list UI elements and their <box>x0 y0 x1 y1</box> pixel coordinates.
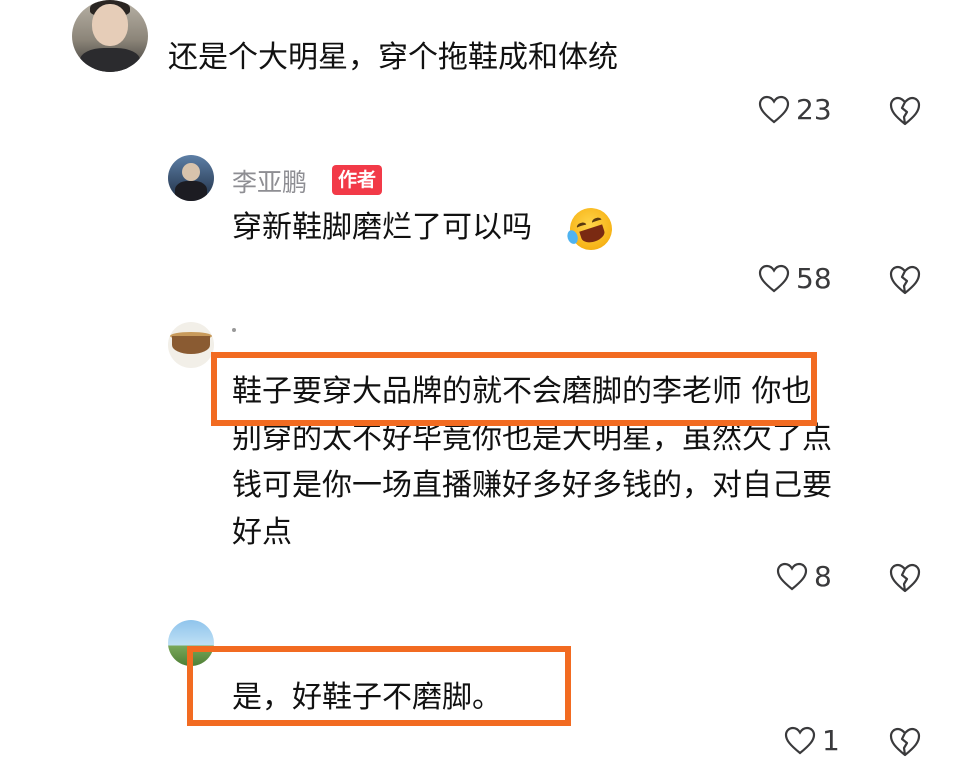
broken-heart-icon[interactable] <box>888 264 922 296</box>
comment-text: 还是个大明星，穿个拖鞋成和体统 <box>168 40 618 75</box>
avatar[interactable] <box>168 322 214 368</box>
username-placeholder <box>232 328 236 332</box>
author-avatar-face <box>182 163 200 181</box>
avatar-bowl <box>172 336 210 354</box>
like-count: 1 <box>822 724 840 757</box>
author-avatar-body <box>175 181 207 201</box>
avatar-body <box>80 48 140 72</box>
reply-line: 好点 <box>232 515 292 550</box>
avatar-face <box>92 4 128 46</box>
laugh-cry-emoji-icon <box>564 202 618 256</box>
like-button[interactable]: 8 <box>776 560 832 593</box>
broken-heart-icon[interactable] <box>888 726 922 758</box>
like-count: 8 <box>814 560 832 593</box>
highlight-box <box>211 352 817 426</box>
reply-line: 钱可是你一场直播赚好多好多钱的，对自己要 <box>232 468 832 503</box>
author-badge: 作者 <box>332 165 383 195</box>
broken-heart-icon[interactable] <box>888 95 922 127</box>
heart-outline-icon <box>758 264 790 292</box>
highlight-box <box>187 646 571 726</box>
like-button[interactable]: 58 <box>758 262 832 295</box>
emoji-tear <box>565 228 580 246</box>
like-count: 23 <box>796 93 832 126</box>
like-button[interactable]: 1 <box>784 724 840 757</box>
heart-outline-icon <box>776 562 808 590</box>
broken-heart-icon[interactable] <box>888 562 922 594</box>
reply-text: 穿新鞋脚磨烂了可以吗 <box>232 210 532 245</box>
heart-outline-icon <box>758 95 790 123</box>
like-count: 58 <box>796 262 832 295</box>
username[interactable]: 李亚鹏 <box>232 163 307 199</box>
like-button[interactable]: 23 <box>758 93 832 126</box>
heart-outline-icon <box>784 726 816 754</box>
avatar[interactable] <box>72 0 148 72</box>
author-avatar[interactable] <box>168 155 214 201</box>
